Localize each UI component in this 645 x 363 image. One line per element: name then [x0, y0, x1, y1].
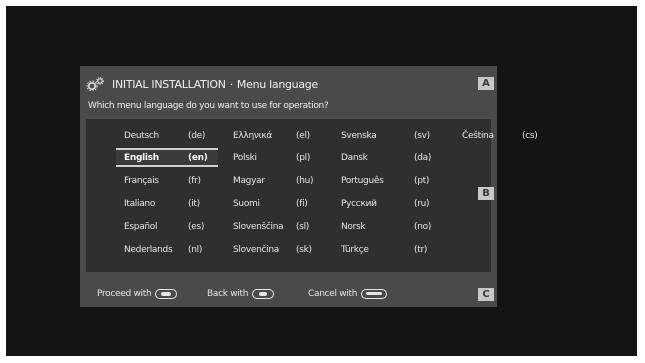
- language-code: (da): [414, 153, 432, 163]
- language-code: (pl): [296, 153, 311, 163]
- proceed-label: Proceed with: [97, 289, 152, 299]
- language-code: (hu): [296, 176, 314, 186]
- language-option-russian[interactable]: Русский: [341, 196, 377, 212]
- language-code: (tr): [414, 245, 428, 255]
- language-code: (cs): [522, 131, 538, 141]
- badge-b: B: [478, 187, 494, 200]
- language-option-english[interactable]: English: [124, 150, 159, 166]
- language-code: (ru): [414, 199, 430, 209]
- language-option-svenska[interactable]: Svenska: [341, 128, 377, 144]
- language-question: Which menu language do you want to use f…: [88, 101, 329, 111]
- dialog-title-bar: INITIAL INSTALLATION · Menu language: [86, 74, 466, 94]
- language-option-italiano[interactable]: Italiano: [124, 196, 155, 212]
- language-code: (en): [188, 153, 208, 163]
- language-code: (fr): [188, 176, 201, 186]
- language-option-norsk[interactable]: Norsk: [341, 219, 366, 235]
- language-code: (fi): [296, 199, 308, 209]
- dialog-footer: Proceed with Back with Cancel with C: [80, 283, 497, 307]
- language-option-portugues[interactable]: Português: [341, 173, 384, 189]
- language-option-slovencina[interactable]: Slovenčina: [233, 242, 279, 258]
- badge-c: C: [478, 288, 494, 301]
- language-option-slovenscina[interactable]: Slovenščina: [233, 219, 284, 235]
- language-option-deutsch[interactable]: Deutsch: [124, 128, 159, 144]
- language-option-polski[interactable]: Polski: [233, 150, 257, 166]
- language-option-dansk[interactable]: Dansk: [341, 150, 368, 166]
- back-hint: Back with: [207, 289, 275, 299]
- language-code: (de): [188, 131, 206, 141]
- language-option-cestina[interactable]: Čeština: [462, 128, 494, 144]
- dialog-section-title: INITIAL INSTALLATION: [112, 77, 226, 91]
- language-option-turkce[interactable]: Türkçe: [341, 242, 369, 258]
- badge-a: A: [478, 77, 494, 90]
- language-code: (nl): [188, 245, 203, 255]
- cancel-hint: Cancel with: [308, 289, 388, 299]
- title-separator: ·: [229, 77, 234, 91]
- language-code: (it): [188, 199, 200, 209]
- dialog-subtitle: Menu language: [236, 77, 318, 91]
- back-label: Back with: [207, 289, 249, 299]
- language-code: (es): [188, 222, 205, 232]
- remote-ok-key-icon: [155, 289, 178, 299]
- language-option-francais[interactable]: Français: [124, 173, 159, 189]
- proceed-hint: Proceed with: [97, 289, 178, 299]
- language-code: (sl): [296, 222, 310, 232]
- language-option-suomi[interactable]: Suomi: [233, 196, 260, 212]
- remote-back-key-icon: [361, 289, 388, 299]
- language-code: (sv): [414, 131, 430, 141]
- cancel-label: Cancel with: [308, 289, 358, 299]
- language-code: (sk): [296, 245, 312, 255]
- remote-back-key-icon: [252, 289, 275, 299]
- language-option-greek[interactable]: Ελληνικά: [233, 128, 272, 144]
- language-code: (pt): [414, 176, 430, 186]
- gears-icon: [86, 77, 108, 91]
- language-option-magyar[interactable]: Magyar: [233, 173, 265, 189]
- language-code: (no): [414, 222, 432, 232]
- screen: INITIAL INSTALLATION · Menu language A W…: [0, 0, 645, 363]
- language-code: (el): [296, 131, 310, 141]
- language-option-espanol[interactable]: Español: [124, 219, 158, 235]
- language-option-nederlands[interactable]: Nederlands: [124, 242, 173, 258]
